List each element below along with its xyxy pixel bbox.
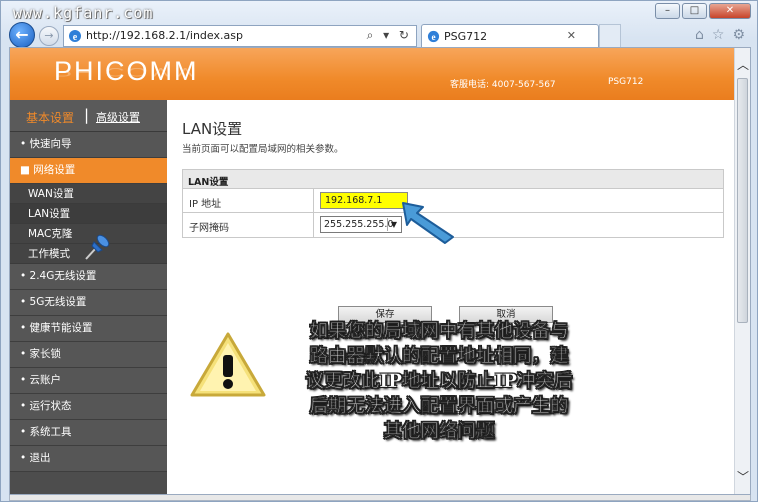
logo-reflection: PHICOMM — [54, 65, 199, 80]
tab-separator: | — [84, 106, 90, 124]
subnet-mask-value: 255.255.255.0 — [324, 219, 394, 230]
new-tab-button[interactable] — [599, 24, 621, 48]
forward-button[interactable]: → — [39, 26, 59, 46]
minimize-button[interactable]: – — [655, 3, 680, 19]
scroll-down-icon[interactable]: ﹀ — [737, 468, 749, 485]
navigation-bar: ← → e http://192.168.2.1/index.asp ⌕ ▾ ↻… — [1, 21, 757, 48]
page-title: LAN设置 — [182, 120, 243, 138]
notice-line: 其他网络问题 — [383, 421, 495, 442]
notice-line: 议更改此IP地址以防止IP冲突后 — [305, 371, 573, 392]
notice-line: 后期无法进入配置界面或产生的 — [309, 396, 569, 417]
notice-text: 如果您的局域网中有其他设备与 路由器默认的配置地址相同，建 议更改此IP地址以防… — [281, 319, 597, 444]
subnet-mask-label: 子网掩码 — [189, 223, 229, 234]
close-window-button[interactable]: ✕ — [709, 3, 751, 19]
sidebar-item-system-tools[interactable]: • 系统工具 — [10, 420, 167, 446]
title-bar: www.kgfanr.com – □ ✕ — [1, 1, 757, 22]
sidebar-item-quick-wizard[interactable]: • 快速向导 — [10, 132, 167, 158]
sidebar-item-network[interactable]: ■ 网络设置 — [10, 158, 167, 184]
back-button[interactable]: ← — [9, 22, 35, 48]
page-description: 当前页面可以配置局域网的相关参数。 — [182, 144, 344, 155]
sidebar-item-parental-lock[interactable]: • 家长锁 — [10, 342, 167, 368]
table-header: LAN设置 — [183, 170, 723, 189]
star-icon[interactable]: ☆ — [712, 27, 725, 43]
sidebar-subitem-wan[interactable]: WAN设置 — [10, 184, 167, 204]
tab-title: PSG712 — [444, 30, 488, 43]
url-text[interactable]: http://192.168.2.1/index.asp — [86, 29, 243, 42]
router-header: PHICOMM PHICOMM 客服电话: 4007-567-567 PSG71… — [10, 48, 736, 100]
chevron-down-icon[interactable]: ▼ — [387, 218, 400, 231]
ip-label: IP 地址 — [189, 199, 222, 210]
address-tools-icon[interactable]: ⌕ ▾ ↻ — [367, 28, 412, 43]
svg-text:e: e — [73, 32, 78, 43]
pushpin-icon — [85, 234, 110, 260]
sidebar-item-wifi-5g[interactable]: • 5G无线设置 — [10, 290, 167, 316]
address-bar[interactable]: e http://192.168.2.1/index.asp ⌕ ▾ ↻ — [63, 25, 417, 47]
sidebar-mode-switch: 基本设置 | 高级设置 — [10, 100, 167, 132]
model-text: PSG712 — [608, 77, 644, 87]
advanced-settings-tab[interactable]: 高级设置 — [96, 109, 140, 125]
hotline-text: 客服电话: 4007-567-567 — [450, 80, 556, 90]
sidebar: 基本设置 | 高级设置 • 快速向导 ■ 网络设置 WAN设置 LAN设置 MA… — [10, 100, 167, 494]
watermark: www.kgfanr.com — [13, 4, 154, 22]
notice-line: 路由器默认的配置地址相同，建 — [309, 346, 569, 367]
tab-close-icon[interactable]: ✕ — [567, 29, 576, 42]
basic-settings-tab[interactable]: 基本设置 — [26, 109, 74, 126]
ip-address-input[interactable]: 192.168.7.1 — [320, 192, 408, 209]
sidebar-item-wifi-24g[interactable]: • 2.4G无线设置 — [10, 264, 167, 290]
sidebar-item-energy[interactable]: • 健康节能设置 — [10, 316, 167, 342]
blue-arrow-icon — [402, 202, 454, 244]
status-bar — [9, 495, 751, 501]
ie-favicon-icon: e — [427, 30, 440, 43]
sidebar-item-logout[interactable]: • 退出 — [10, 446, 167, 472]
scroll-thumb[interactable] — [737, 78, 748, 323]
browser-window: www.kgfanr.com – □ ✕ ← → e http://192.16… — [0, 0, 758, 502]
sidebar-item-status[interactable]: • 运行状态 — [10, 394, 167, 420]
notice-line: 如果您的局域网中有其他设备与 — [309, 321, 569, 342]
home-icon[interactable]: ⌂ — [695, 27, 704, 43]
sidebar-item-cloud-account[interactable]: • 云账户 — [10, 368, 167, 394]
maximize-button[interactable]: □ — [682, 3, 707, 19]
subnet-mask-select[interactable]: 255.255.255.0 ▼ — [320, 216, 402, 233]
ie-favicon-icon: e — [69, 30, 81, 43]
svg-text:e: e — [431, 33, 435, 43]
gear-icon[interactable]: ⚙ — [732, 27, 745, 43]
vertical-scrollbar[interactable]: ︿ ﹀ — [734, 48, 750, 494]
scroll-up-icon[interactable]: ︿ — [737, 56, 749, 73]
warning-icon — [190, 332, 266, 397]
sidebar-subitem-lan[interactable]: LAN设置 — [10, 204, 167, 224]
tab-psg712[interactable]: e PSG712 ✕ — [421, 24, 599, 48]
